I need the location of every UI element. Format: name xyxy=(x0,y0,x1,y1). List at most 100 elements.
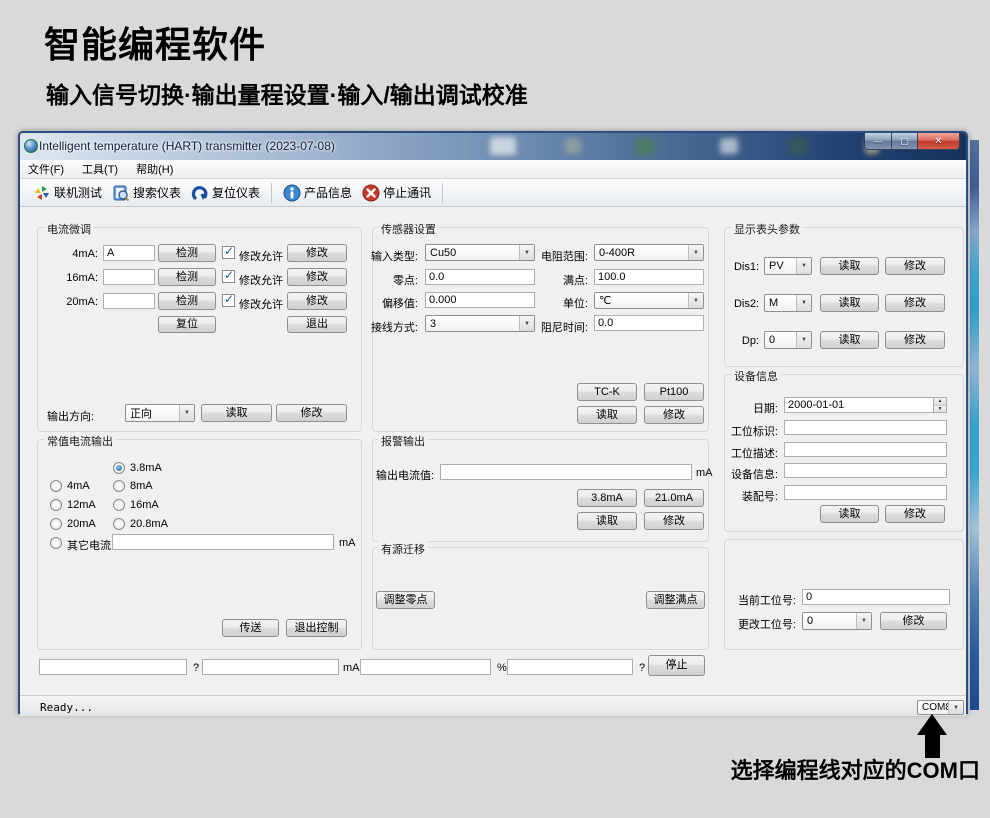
spinner-up-icon[interactable]: ▲ xyxy=(934,398,946,406)
radio-3-8ma[interactable] xyxy=(113,462,125,474)
dropdown-arrow-icon xyxy=(179,405,194,421)
alarm-modify-button[interactable]: 修改 xyxy=(644,512,704,530)
trim-20ma-modify-button[interactable]: 修改 xyxy=(287,292,347,310)
full-label: 满点: xyxy=(530,272,588,288)
adjust-full-button[interactable]: 调整满点 xyxy=(646,591,705,609)
toolbar-stop-comm[interactable]: 停止通讯 xyxy=(357,182,436,204)
tck-button[interactable]: TC-K xyxy=(577,383,637,401)
resistance-range-combo[interactable]: 0-400R xyxy=(594,244,704,261)
dp-read-button[interactable]: 读取 xyxy=(820,331,879,349)
radio-4ma[interactable] xyxy=(50,480,62,492)
toolbar-product-info[interactable]: 产品信息 xyxy=(278,182,357,204)
offset-input[interactable] xyxy=(425,292,535,308)
bottom-field-1[interactable] xyxy=(39,659,187,675)
trim-4ma-allow-checkbox[interactable] xyxy=(222,246,235,259)
toolbar-label: 产品信息 xyxy=(304,184,352,201)
trim-16ma-detect-button[interactable]: 检测 xyxy=(158,268,216,286)
bottom-field-3[interactable] xyxy=(360,659,491,675)
sensor-read-button[interactable]: 读取 xyxy=(577,406,637,424)
date-spinner[interactable]: ▲▼ xyxy=(934,397,947,413)
trim-16ma-allow-checkbox[interactable] xyxy=(222,270,235,283)
bottom-field-4[interactable] xyxy=(507,659,633,675)
trim-16ma-modify-button[interactable]: 修改 xyxy=(287,268,347,286)
trim-20ma-allow-checkbox[interactable] xyxy=(222,294,235,307)
stop-comm-icon xyxy=(362,184,380,202)
sensor-modify-button[interactable]: 修改 xyxy=(644,406,704,424)
input-type-combo[interactable]: Cu50 xyxy=(425,244,535,261)
dis2-modify-button[interactable]: 修改 xyxy=(885,294,945,312)
alarm-output-unit: mA xyxy=(696,467,713,479)
menu-help[interactable]: 帮助(H) xyxy=(136,161,173,177)
dis1-combo[interactable]: PV xyxy=(764,257,812,275)
trim-20ma-detect-button[interactable]: 检测 xyxy=(158,292,216,310)
radio-12ma[interactable] xyxy=(50,499,62,511)
unit-combo[interactable]: ℃ xyxy=(594,292,704,309)
trim-4ma-detect-button[interactable]: 检测 xyxy=(158,244,216,262)
product-info-icon xyxy=(283,184,301,202)
trim-16ma-input[interactable] xyxy=(103,269,155,285)
current-station-input[interactable] xyxy=(802,589,950,605)
dis1-read-button[interactable]: 读取 xyxy=(820,257,879,275)
com-port-combo[interactable]: COM8 xyxy=(917,700,964,715)
assembly-no-input[interactable] xyxy=(784,485,947,500)
trim-exit-button[interactable]: 退出 xyxy=(287,316,347,333)
alarm-low-button[interactable]: 3.8mA xyxy=(577,489,637,507)
spinner-down-icon[interactable]: ▼ xyxy=(934,406,946,413)
radio-20ma[interactable] xyxy=(50,518,62,530)
zero-input[interactable] xyxy=(425,269,535,285)
exit-control-button[interactable]: 退出控制 xyxy=(286,619,347,637)
trim-4ma-input[interactable] xyxy=(103,245,155,261)
dp-combo[interactable]: 0 xyxy=(764,331,812,349)
window-titlebar[interactable]: Intelligent temperature (HART) transmitt… xyxy=(20,133,966,160)
menu-bar: 文件(F) 工具(T) 帮助(H) xyxy=(20,160,966,179)
maximize-button[interactable]: ▢ xyxy=(892,133,918,150)
toolbar-reset-instrument[interactable]: 复位仪表 xyxy=(186,182,265,204)
trim-20ma-input[interactable] xyxy=(103,293,155,309)
bottom-field-2[interactable] xyxy=(202,659,339,675)
station-desc-input[interactable] xyxy=(784,442,947,457)
dis1-modify-button[interactable]: 修改 xyxy=(885,257,945,275)
alarm-output-input[interactable] xyxy=(440,464,692,480)
change-station-combo[interactable]: 0 xyxy=(802,612,872,630)
alarm-high-button[interactable]: 21.0mA xyxy=(644,489,704,507)
direction-read-button[interactable]: 读取 xyxy=(201,404,272,422)
alarm-read-button[interactable]: 读取 xyxy=(577,512,637,530)
close-button[interactable]: ✕ xyxy=(918,133,960,150)
toolbar-label: 联机测试 xyxy=(54,184,102,201)
pt100-button[interactable]: Pt100 xyxy=(644,383,704,401)
date-input[interactable] xyxy=(784,397,934,413)
radio-20-8ma[interactable] xyxy=(113,518,125,530)
stop-button[interactable]: 停止 xyxy=(648,655,705,676)
menu-tools[interactable]: 工具(T) xyxy=(82,161,118,177)
trim-4ma-modify-button[interactable]: 修改 xyxy=(287,244,347,262)
dis1-value: PV xyxy=(769,260,796,272)
group-sensor-settings-title: 传感器设置 xyxy=(378,221,439,237)
toolbar-search-instrument[interactable]: 搜索仪表 xyxy=(107,182,186,204)
output-direction-combo[interactable]: 正向 xyxy=(125,404,195,422)
dp-modify-button[interactable]: 修改 xyxy=(885,331,945,349)
device-read-button[interactable]: 读取 xyxy=(820,505,879,523)
dis2-read-button[interactable]: 读取 xyxy=(820,294,879,312)
menu-file[interactable]: 文件(F) xyxy=(28,161,64,177)
radio-other-current[interactable] xyxy=(50,537,62,549)
dis2-combo[interactable]: M xyxy=(764,294,812,312)
radio-8ma[interactable] xyxy=(113,480,125,492)
wiring-combo[interactable]: 3 xyxy=(425,315,535,332)
minimize-button[interactable]: — xyxy=(864,133,892,150)
device-info-input[interactable] xyxy=(784,463,947,478)
direction-modify-button[interactable]: 修改 xyxy=(276,404,347,422)
full-input[interactable] xyxy=(594,269,704,285)
trim-reset-button[interactable]: 复位 xyxy=(158,316,216,333)
trim-16ma-label: 16mA: xyxy=(48,272,98,284)
dropdown-arrow-icon xyxy=(796,332,811,348)
station-modify-button[interactable]: 修改 xyxy=(880,612,947,630)
toolbar-online-test[interactable]: 联机测试 xyxy=(28,182,107,204)
damping-input[interactable] xyxy=(594,315,704,331)
send-button[interactable]: 传送 xyxy=(222,619,279,637)
radio-16ma[interactable] xyxy=(113,499,125,511)
station-id-input[interactable] xyxy=(784,420,947,435)
adjust-zero-button[interactable]: 调整零点 xyxy=(376,591,435,609)
assembly-no-label: 装配号: xyxy=(720,488,778,504)
device-modify-button[interactable]: 修改 xyxy=(885,505,945,523)
other-current-input[interactable] xyxy=(112,534,334,550)
